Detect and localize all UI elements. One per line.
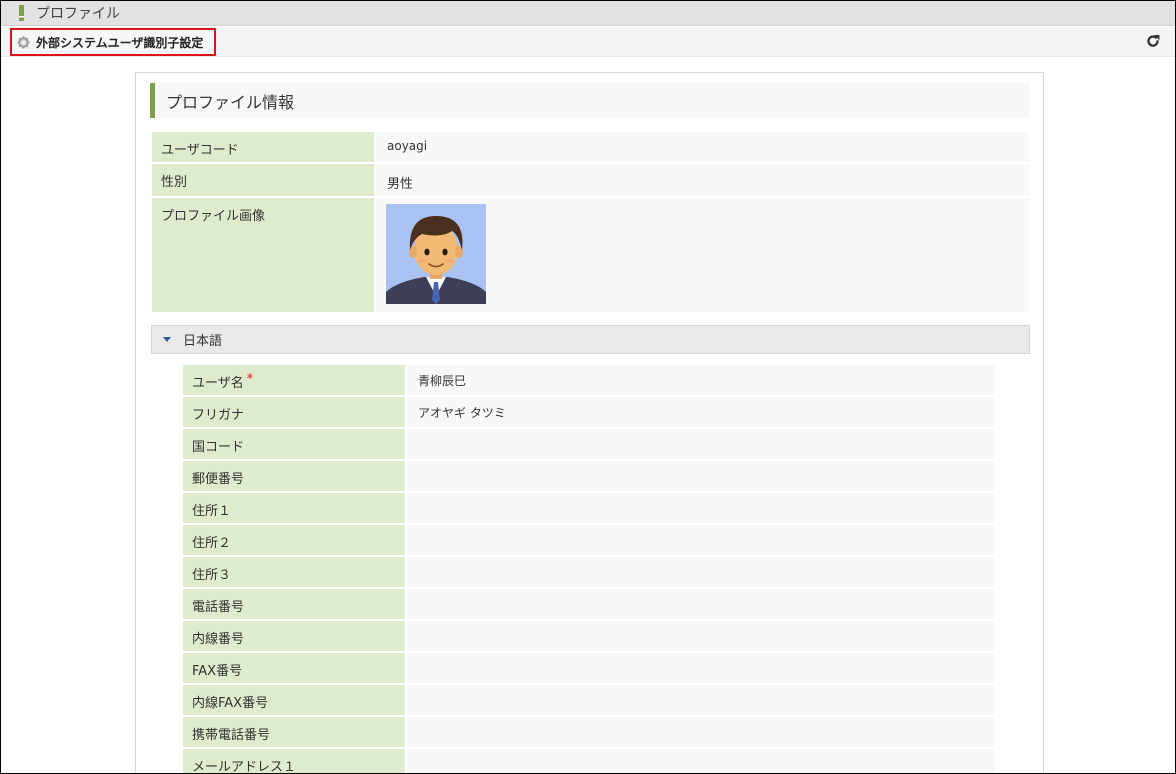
row-value (407, 589, 995, 619)
row-label: 内線番号 (183, 621, 405, 651)
language-row-country-code: 国コード (183, 429, 995, 459)
row-value: 青柳辰巳 (407, 365, 995, 395)
language-row-user-name: ユーザ名 * 青柳辰巳 (183, 365, 995, 395)
language-row-extension: 内線番号 (183, 621, 995, 651)
row-label: プロファイル画像 (152, 198, 374, 312)
external-system-user-id-settings-link[interactable]: 外部システムユーザ識別子設定 (10, 28, 216, 56)
language-row-furigana: フリガナ アオヤギ タツミ (183, 397, 995, 427)
row-label: 内線FAX番号 (183, 685, 405, 715)
gear-icon (17, 35, 30, 49)
profile-row-image: プロファイル画像 (152, 198, 1029, 312)
row-label: 携帯電話番号 (183, 717, 405, 747)
language-row-phone: 電話番号 (183, 589, 995, 619)
language-row-email-1: メールアドレス１ (183, 749, 995, 773)
row-label: 国コード (183, 429, 405, 459)
row-value: アオヤギ タツミ (407, 397, 995, 427)
profile-panel: プロファイル情報 ユーザコード aoyagi 性別 男性 プロファイル画像 日本… (135, 72, 1044, 773)
row-label: FAX番号 (183, 653, 405, 683)
row-label: 電話番号 (183, 589, 405, 619)
row-value (407, 557, 995, 587)
row-label: ユーザコード (152, 132, 374, 162)
row-label-text: ユーザ名 (192, 376, 244, 391)
row-value: 男性 (376, 164, 1029, 196)
refresh-icon[interactable] (1145, 32, 1161, 50)
row-value (407, 461, 995, 491)
caret-down-icon (163, 337, 171, 342)
row-value (407, 653, 995, 683)
required-mark: * (246, 372, 254, 387)
profile-row-gender: 性別 男性 (152, 164, 1029, 196)
toolbar: 外部システムユーザ識別子設定 (1, 27, 1175, 57)
profile-info-heading: プロファイル情報 (150, 83, 1029, 118)
row-value (407, 621, 995, 651)
language-row-address-3: 住所３ (183, 557, 995, 587)
row-label: 性別 (152, 164, 374, 196)
profile-row-user-code: ユーザコード aoyagi (152, 132, 1029, 162)
row-label: 住所３ (183, 557, 405, 587)
row-label: ユーザ名 * (183, 365, 405, 395)
row-label: メールアドレス１ (183, 749, 405, 773)
language-row-mobile: 携帯電話番号 (183, 717, 995, 747)
language-row-address-2: 住所２ (183, 525, 995, 555)
title-marker-icon (19, 5, 24, 21)
row-label: フリガナ (183, 397, 405, 427)
toolbar-link-label: 外部システムユーザ識別子設定 (36, 35, 204, 50)
row-value: aoyagi (376, 132, 1029, 162)
language-section-label: 日本語 (183, 334, 223, 349)
app-frame: プロファイル 外部システムユーザ識別子設定 プロファイル情報 ユーザコード ao… (0, 0, 1176, 774)
language-row-fax: FAX番号 (183, 653, 995, 683)
language-section-toggle[interactable]: 日本語 (151, 325, 1030, 354)
row-label: 住所１ (183, 493, 405, 523)
row-value (407, 493, 995, 523)
language-row-extension-fax: 内線FAX番号 (183, 685, 995, 715)
language-row-postal-code: 郵便番号 (183, 461, 995, 491)
title-bar: プロファイル (1, 1, 1175, 26)
row-value (407, 685, 995, 715)
row-value (407, 717, 995, 747)
window-title: プロファイル (36, 6, 120, 22)
row-value (407, 429, 995, 459)
row-label: 郵便番号 (183, 461, 405, 491)
row-value (376, 198, 1029, 312)
profile-avatar-image (386, 204, 486, 304)
row-value (407, 749, 995, 773)
row-value (407, 525, 995, 555)
language-row-address-1: 住所１ (183, 493, 995, 523)
row-label: 住所２ (183, 525, 405, 555)
